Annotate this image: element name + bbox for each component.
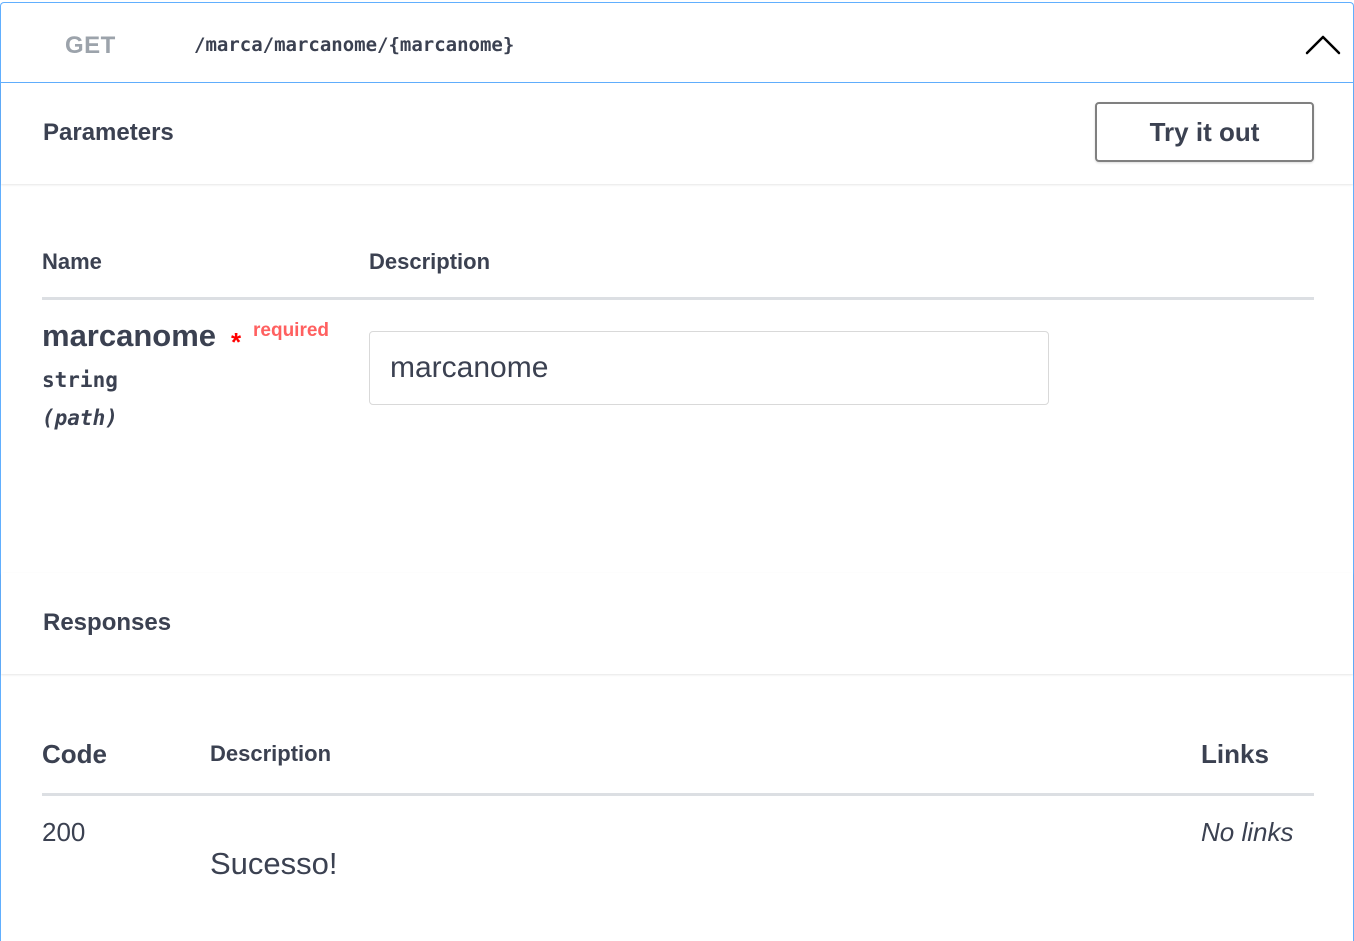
param-name: marcanome — [42, 318, 217, 353]
method-badge: GET — [65, 32, 116, 59]
response-code: 200 — [42, 817, 86, 847]
param-type: string — [42, 368, 118, 392]
parameters-title: Parameters — [43, 119, 174, 146]
required-label: required — [253, 320, 330, 341]
response-description-column-header: Description — [210, 741, 332, 766]
chevron-up-icon[interactable] — [1303, 27, 1343, 67]
responses-header: Responses — [1, 573, 1353, 674]
required-star: * — [231, 327, 242, 357]
marcanome-input[interactable] — [369, 331, 1049, 405]
responses-table-divider — [42, 793, 1314, 796]
param-name-column-header: Name — [42, 249, 102, 274]
response-description: Sucesso! — [210, 846, 338, 881]
try-it-out-button[interactable]: Try it out — [1095, 102, 1314, 162]
param-description-column-header: Description — [369, 249, 491, 274]
response-links-column-header: Links — [1201, 739, 1269, 769]
operation-path: /marca/marcanome/{marcanome} — [194, 34, 515, 56]
parameters-table-divider — [42, 297, 1314, 300]
responses-title: Responses — [43, 609, 172, 636]
operation-summary[interactable]: GET /marca/marcanome/{marcanome} — [1, 3, 1353, 83]
param-location: (path) — [42, 406, 118, 430]
response-links: No links — [1201, 817, 1294, 847]
response-code-column-header: Code — [42, 739, 107, 769]
